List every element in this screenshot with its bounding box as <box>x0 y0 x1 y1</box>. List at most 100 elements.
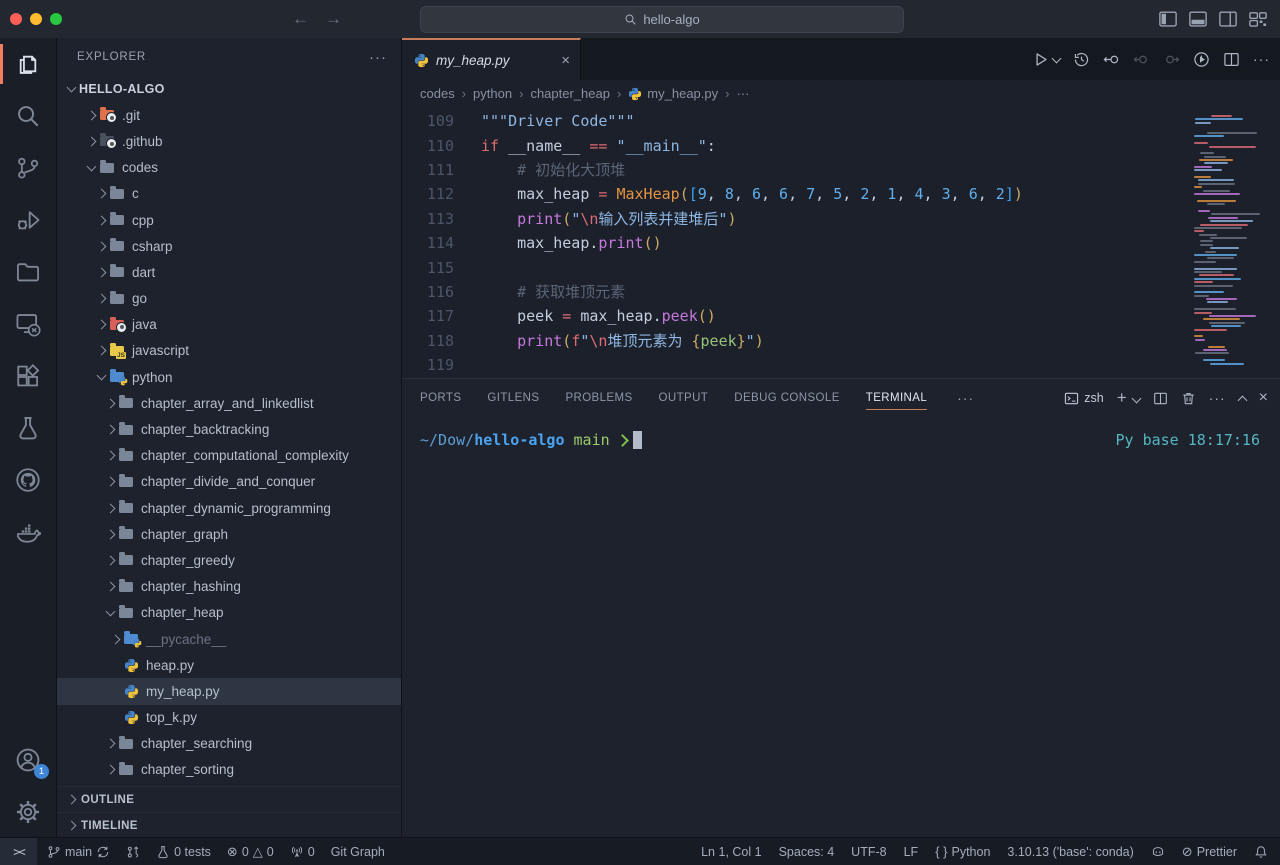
tree-folder-chapter_sorting[interactable]: chapter_sorting <box>57 757 401 783</box>
toggle-secondary-sidebar-icon[interactable] <box>1218 9 1238 29</box>
code-line-116[interactable]: 116 # 获取堆顶元素 <box>402 280 1190 304</box>
panel-tab-terminal[interactable]: TERMINAL <box>866 379 927 417</box>
status-item-braces-python[interactable]: { }Python <box>935 845 990 859</box>
breadcrumb-item[interactable]: my_heap.py <box>628 86 718 101</box>
next-change-icon[interactable] <box>1163 51 1180 68</box>
activity-github-icon[interactable] <box>0 454 56 506</box>
new-terminal-icon[interactable]: + <box>1117 388 1127 408</box>
tree-folder-chapter_computational_complexity[interactable]: chapter_computational_complexity <box>57 443 401 469</box>
activity-explorer-icon[interactable] <box>0 38 56 90</box>
outline-section-header[interactable]: OUTLINE <box>57 786 401 812</box>
tree-folder-go[interactable]: go <box>57 286 401 312</box>
run-dropdown-icon[interactable] <box>1052 53 1062 63</box>
kill-terminal-icon[interactable] <box>1181 391 1196 406</box>
tree-folder-.github[interactable]: .github <box>57 128 401 154</box>
tree-folder-chapter_heap[interactable]: chapter_heap <box>57 600 401 626</box>
tree-folder-chapter_backtracking[interactable]: chapter_backtracking <box>57 416 401 442</box>
tree-folder-chapter_divide_and_conquer[interactable]: chapter_divide_and_conquer <box>57 469 401 495</box>
code-line-118[interactable]: 118 print(f"\n堆顶元素为 {peek}") <box>402 329 1190 353</box>
back-button[interactable]: ← <box>292 9 309 29</box>
close-panel-icon[interactable]: × <box>1259 389 1268 407</box>
activity-testing-icon[interactable] <box>0 402 56 454</box>
tree-folder-chapter_array_and_linkedlist[interactable]: chapter_array_and_linkedlist <box>57 390 401 416</box>
split-editor-icon[interactable] <box>1223 51 1240 68</box>
minimize-window-button[interactable] <box>30 13 42 25</box>
tree-folder-.git[interactable]: .git <box>57 102 401 128</box>
split-terminal-icon[interactable] <box>1153 391 1168 406</box>
code-line-117[interactable]: 117 peek = max_heap.peek() <box>402 304 1190 328</box>
status-item-tower-0[interactable]: 0 <box>290 845 315 859</box>
panel-tab-problems[interactable]: PROBLEMS <box>565 379 632 417</box>
status-item-git-graph[interactable]: Git Graph <box>331 845 385 859</box>
tree-folder-HELLO-ALGO[interactable]: HELLO-ALGO <box>57 76 401 102</box>
status-item-error-0-warn-0[interactable]: ⊗0△0 <box>227 845 274 859</box>
open-changes-icon[interactable] <box>1103 51 1120 68</box>
tree-folder-chapter_hashing[interactable]: chapter_hashing <box>57 574 401 600</box>
panel-tabs-overflow-icon[interactable]: ··· <box>957 390 974 406</box>
status-item-lf[interactable]: LF <box>904 845 919 859</box>
toggle-primary-sidebar-icon[interactable] <box>1158 9 1178 29</box>
file-history-icon[interactable] <box>1073 51 1090 68</box>
status-item-slash-prettier[interactable]: ⊘Prettier <box>1182 845 1237 859</box>
panel-tab-debug-console[interactable]: DEBUG CONSOLE <box>734 379 840 417</box>
tree-folder-python[interactable]: python <box>57 364 401 390</box>
editor-more-actions-icon[interactable]: ··· <box>1253 51 1270 67</box>
activity-extensions-icon[interactable] <box>0 350 56 402</box>
activity-docker-icon[interactable] <box>0 506 56 558</box>
breadcrumb-item[interactable]: codes <box>420 86 455 101</box>
status-item-branch-main-sync[interactable]: main <box>47 845 110 859</box>
close-tab-icon[interactable]: × <box>561 52 570 69</box>
status-item-utf-8[interactable]: UTF-8 <box>851 845 886 859</box>
terminal[interactable]: ~/Dow/hello-algo main Py base 18:17:16 <box>402 417 1280 838</box>
toggle-panel-icon[interactable] <box>1188 9 1208 29</box>
zoom-window-button[interactable] <box>50 13 62 25</box>
code-editor[interactable]: 109"""Driver Code"""110if __name__ == "_… <box>402 107 1280 378</box>
tree-file-my_heap.py[interactable]: my_heap.py <box>57 678 401 704</box>
editor-tab-my-heap[interactable]: my_heap.py × <box>402 38 581 80</box>
panel-tab-ports[interactable]: PORTS <box>420 379 461 417</box>
code-line-114[interactable]: 114 max_heap.print() <box>402 231 1190 255</box>
code-line-109[interactable]: 109"""Driver Code""" <box>402 109 1190 133</box>
activity-settings-icon[interactable] <box>0 786 56 838</box>
tree-folder-javascript[interactable]: JSjavascript <box>57 338 401 364</box>
activity-source-control-icon[interactable] <box>0 142 56 194</box>
tree-folder-chapter_dynamic_programming[interactable]: chapter_dynamic_programming <box>57 495 401 521</box>
status-item-copilot[interactable] <box>1151 845 1165 859</box>
terminal-more-actions-icon[interactable]: ··· <box>1209 390 1226 406</box>
tree-file-heap.py[interactable]: heap.py <box>57 652 401 678</box>
activity-remote-explorer-icon[interactable] <box>0 298 56 350</box>
tree-folder-chapter_searching[interactable]: chapter_searching <box>57 731 401 757</box>
tree-folder-csharp[interactable]: csharp <box>57 233 401 259</box>
terminal-profile-dropdown-icon[interactable] <box>1131 393 1141 403</box>
command-center-search[interactable]: hello-algo <box>420 6 904 33</box>
customize-layout-icon[interactable] <box>1248 9 1268 29</box>
forward-button[interactable]: → <box>325 9 342 29</box>
remote-indicator-button[interactable]: >< <box>0 838 37 865</box>
code-line-111[interactable]: 111 # 初始化大顶堆 <box>402 158 1190 182</box>
code-line-113[interactable]: 113 print("\n输入列表并建堆后") <box>402 207 1190 231</box>
status-item-bell[interactable] <box>1254 845 1268 859</box>
tree-folder-chapter_graph[interactable]: chapter_graph <box>57 521 401 547</box>
activity-file-explorer-icon[interactable] <box>0 246 56 298</box>
explorer-more-actions-button[interactable]: ··· <box>369 49 387 66</box>
tree-folder-codes[interactable]: codes <box>57 155 401 181</box>
tree-folder-java[interactable]: java <box>57 312 401 338</box>
activity-run-debug-icon[interactable] <box>0 194 56 246</box>
minimap[interactable] <box>1188 107 1280 378</box>
status-item-ln-1-col-1[interactable]: Ln 1, Col 1 <box>701 845 761 859</box>
terminal-shell-label[interactable]: zsh <box>1064 391 1103 406</box>
breadcrumb-item[interactable]: chapter_heap <box>530 86 610 101</box>
status-item-spaces-4[interactable]: Spaces: 4 <box>779 845 835 859</box>
tree-folder-__pycache__[interactable]: __pycache__ <box>57 626 401 652</box>
close-window-button[interactable] <box>10 13 22 25</box>
breadcrumb-item[interactable]: ··· <box>736 86 749 101</box>
status-item-flask-0-tests[interactable]: 0 tests <box>156 845 211 859</box>
tree-folder-c[interactable]: c <box>57 181 401 207</box>
tree-folder-chapter_greedy[interactable]: chapter_greedy <box>57 547 401 573</box>
code-line-112[interactable]: 112 max_heap = MaxHeap([9, 8, 6, 6, 7, 5… <box>402 182 1190 206</box>
panel-tab-gitlens[interactable]: GITLENS <box>487 379 539 417</box>
code-line-110[interactable]: 110if __name__ == "__main__": <box>402 133 1190 157</box>
timeline-section-header[interactable]: TIMELINE <box>57 812 401 838</box>
run-or-debug-icon[interactable] <box>1193 51 1210 68</box>
activity-search-icon[interactable] <box>0 90 56 142</box>
